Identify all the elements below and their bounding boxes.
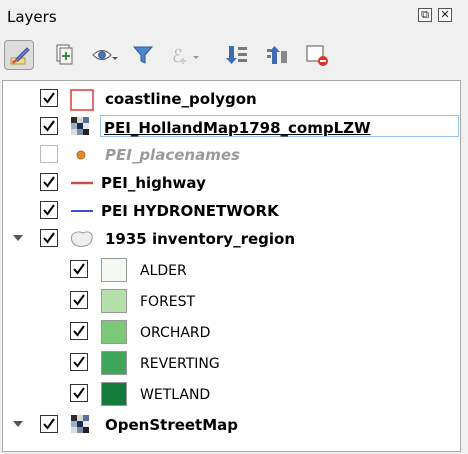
point-icon [76, 150, 86, 160]
funnel-icon [132, 46, 154, 64]
class-label: ALDER [140, 263, 187, 279]
layer-item-holland-map[interactable]: PEI_HollandMap1798_compLZW [3, 113, 460, 141]
legend-class-reverting[interactable]: REVERTING [3, 349, 460, 377]
expand-collapse-arrow-icon[interactable] [13, 235, 23, 241]
class-color-swatch [101, 289, 127, 313]
class-color-swatch [101, 258, 127, 282]
layer-name: PEI_HollandMap1798_compLZW [104, 119, 371, 137]
float-panel-icon[interactable]: ⧉ [418, 8, 432, 22]
layer-item-placenames[interactable]: PEI_placenames [3, 141, 460, 169]
layer-name: PEI_placenames [105, 146, 240, 164]
legend-class-orchard[interactable]: ORCHARD [3, 318, 460, 346]
svg-text:ℰ: ℰ [172, 46, 183, 67]
class-visibility-checkbox[interactable] [70, 260, 88, 278]
class-visibility-checkbox[interactable] [70, 384, 88, 402]
raster-icon [71, 415, 89, 433]
class-label: ORCHARD [140, 325, 211, 341]
checkmark-icon [43, 232, 55, 244]
add-group-button[interactable] [48, 40, 78, 70]
panel-titlebar: Layers ⧉ ✕ [0, 0, 468, 36]
paintbrush-icon [10, 47, 30, 65]
layer-name: coastline_polygon [105, 90, 257, 108]
layer-name: OpenStreetMap [105, 416, 239, 434]
remove-layer-button[interactable] [302, 40, 332, 70]
checkmark-icon [73, 325, 85, 337]
layer-item-coastline-polygon[interactable]: coastline_polygon [3, 85, 460, 113]
layer-visibility-checkbox[interactable] [40, 201, 58, 219]
checkmark-icon [43, 418, 55, 430]
expand-all-icon [226, 46, 247, 64]
layer-name: PEI_highway [101, 174, 206, 192]
add-group-icon [56, 44, 73, 65]
layer-item-highway[interactable]: PEI_highway [3, 169, 460, 197]
class-color-swatch [101, 351, 127, 375]
expand-all-button[interactable] [222, 40, 252, 70]
class-color-swatch [101, 382, 127, 406]
layer-visibility-checkbox[interactable] [40, 89, 58, 107]
checkmark-icon [73, 356, 85, 368]
raster-icon [71, 117, 89, 135]
layer-item-inventory-region[interactable]: 1935 inventory_region [3, 225, 460, 253]
visibility-menu-button[interactable] [88, 40, 118, 70]
checkmark-icon [43, 204, 55, 216]
filter-legend-button[interactable] [128, 40, 158, 70]
collapse-all-icon [267, 46, 287, 64]
eye-icon [92, 50, 118, 60]
remove-layer-icon [306, 45, 328, 66]
legend-class-forest[interactable]: FOREST [3, 287, 460, 315]
expand-collapse-arrow-icon[interactable] [13, 421, 23, 427]
class-label: REVERTING [140, 356, 220, 372]
layer-tree[interactable]: coastline_polygon PEI_HollandMap1798_com… [2, 80, 461, 452]
layers-toolbar: ℰ [0, 36, 468, 74]
layer-item-openstreetmap[interactable]: OpenStreetMap [3, 411, 460, 439]
layer-visibility-checkbox[interactable] [40, 145, 58, 163]
epsilon-icon: ℰ [172, 46, 199, 67]
legend-class-alder[interactable]: ALDER [3, 256, 460, 284]
class-color-swatch [101, 320, 127, 344]
layer-item-hydronetwork[interactable]: PEI HYDRONETWORK [3, 197, 460, 225]
legend-class-wetland[interactable]: WETLAND [3, 380, 460, 408]
line-symbol-icon [71, 181, 93, 185]
checkmark-icon [43, 120, 55, 132]
checkmark-icon [73, 294, 85, 306]
checkmark-icon [43, 176, 55, 188]
collapse-all-button[interactable] [262, 40, 292, 70]
layer-name: PEI HYDRONETWORK [101, 202, 279, 220]
close-panel-icon[interactable]: ✕ [438, 8, 452, 22]
polygon-outline-icon [70, 89, 94, 111]
checkmark-icon [43, 92, 55, 104]
layer-visibility-checkbox[interactable] [40, 415, 58, 433]
layer-name: 1935 inventory_region [105, 230, 296, 248]
class-visibility-checkbox[interactable] [70, 322, 88, 340]
class-visibility-checkbox[interactable] [70, 291, 88, 309]
checkmark-icon [73, 263, 85, 275]
layer-visibility-checkbox[interactable] [40, 173, 58, 191]
layer-visibility-checkbox[interactable] [40, 117, 58, 135]
layer-visibility-checkbox[interactable] [40, 229, 58, 247]
polygon-layer-icon [70, 231, 93, 247]
class-label: FOREST [140, 294, 196, 310]
filter-expression-button[interactable]: ℰ [166, 40, 199, 70]
line-symbol-icon [71, 210, 93, 212]
class-visibility-checkbox[interactable] [70, 353, 88, 371]
checkmark-icon [73, 387, 85, 399]
panel-title: Layers [7, 8, 57, 26]
class-label: WETLAND [140, 387, 211, 403]
style-panel-button[interactable] [4, 40, 34, 70]
